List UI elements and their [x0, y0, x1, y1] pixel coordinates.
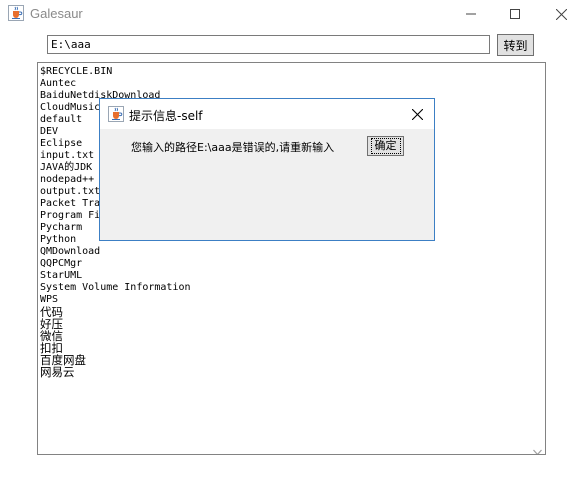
close-button[interactable] [538, 0, 584, 28]
minimize-button[interactable] [448, 0, 494, 28]
go-button[interactable]: 转到 [497, 34, 534, 56]
list-item[interactable]: System Volume Information [40, 282, 191, 294]
list-item[interactable]: Auntec [40, 78, 191, 90]
minimize-icon [466, 13, 476, 15]
close-icon [411, 108, 423, 120]
list-item[interactable]: StarUML [40, 270, 191, 282]
maximize-button[interactable] [492, 0, 538, 28]
dialog-close-button[interactable] [400, 99, 434, 129]
window-titlebar: Galesaur [0, 0, 586, 28]
dialog-message: 您输入的路径E:\aaa是错误的,请重新输入 [131, 141, 335, 154]
ok-button-label: 确定 [370, 138, 401, 154]
window-title: Galesaur [30, 6, 83, 21]
error-dialog: 提示信息-self 您输入的路径E:\aaa是错误的,请重新输入 确定 [99, 98, 435, 241]
close-icon [555, 8, 567, 20]
path-input[interactable] [47, 35, 490, 54]
list-item[interactable]: $RECYCLE.BIN [40, 66, 191, 78]
java-cup-icon [108, 106, 124, 122]
list-item[interactable]: QMDownload [40, 246, 191, 258]
dialog-title: 提示信息-self [129, 109, 203, 123]
dialog-titlebar: 提示信息-self [100, 99, 434, 129]
java-cup-icon [8, 5, 24, 21]
ok-button[interactable]: 确定 [367, 136, 404, 156]
list-item[interactable]: QQPCMgr [40, 258, 191, 270]
maximize-icon [510, 9, 520, 19]
list-item[interactable]: 网易云 [40, 366, 191, 378]
chevron-down-icon[interactable] [533, 443, 542, 454]
